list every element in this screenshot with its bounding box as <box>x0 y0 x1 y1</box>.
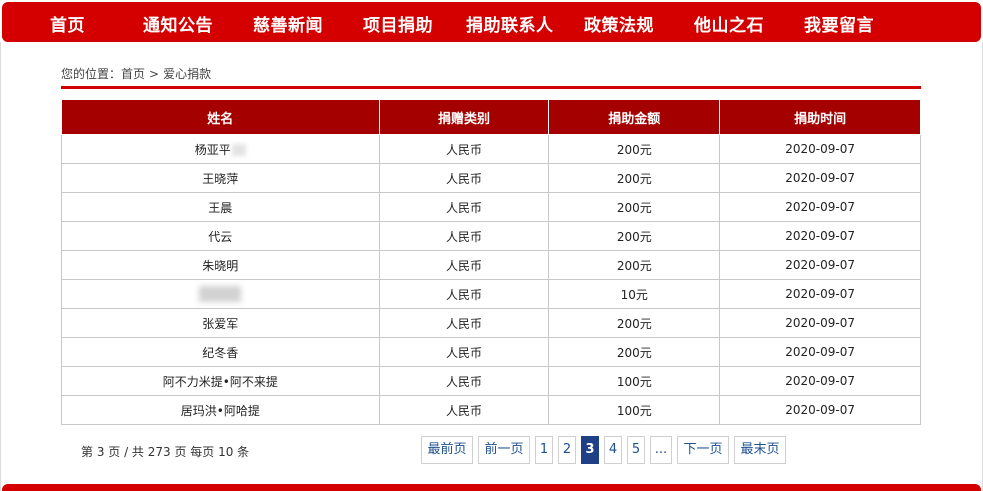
donation-type: 人民币 <box>378 250 550 280</box>
donation-amount: 200元 <box>548 192 721 222</box>
pagination: 最前页 前一页 1 2 3 4 5 ... 下一页 最末页 <box>0 436 983 464</box>
donor-name: 朱晓明 <box>61 250 380 280</box>
header-amount: 捐助金额 <box>548 99 721 135</box>
donation-amount: 10元 <box>548 279 721 309</box>
donation-date: 2020-09-07 <box>719 366 921 396</box>
table-row: 人民币 10元 2020-09-07 <box>61 279 921 309</box>
donation-date: 2020-09-07 <box>719 192 921 222</box>
donation-date: 2020-09-07 <box>719 308 921 338</box>
donation-amount: 200元 <box>548 221 721 251</box>
donation-date: 2020-09-07 <box>719 337 921 367</box>
table-row: 王晓萍 人民币 200元 2020-09-07 <box>61 163 921 193</box>
pager-last-button[interactable]: 最末页 <box>734 436 786 464</box>
pager-next-button[interactable]: 下一页 <box>677 436 729 464</box>
nav-item-others-experience[interactable]: 他山之石 <box>694 11 764 36</box>
redaction-blur <box>231 144 246 156</box>
donor-name: 杨亚平 <box>61 134 380 164</box>
donation-type: 人民币 <box>378 279 550 309</box>
donor-name: 纪冬香 <box>61 337 380 367</box>
pager-first-button[interactable]: 最前页 <box>421 436 473 464</box>
main-nav: 首页 通知公告 慈善新闻 项目捐助 捐助联系人 政策法规 他山之石 我要留言 <box>2 2 981 42</box>
donation-type: 人民币 <box>378 221 550 251</box>
donation-amount: 200元 <box>548 337 721 367</box>
breadcrumb-home-link[interactable]: 首页 <box>121 67 145 81</box>
nav-item-home[interactable]: 首页 <box>50 11 85 36</box>
header-date: 捐助时间 <box>719 99 921 135</box>
nav-item-policies[interactable]: 政策法规 <box>584 11 654 36</box>
donor-name: 居玛洪•阿哈提 <box>61 395 380 425</box>
donation-amount: 200元 <box>548 250 721 280</box>
footer-bar <box>2 484 981 491</box>
breadcrumb-separator: > <box>149 67 160 81</box>
pager-page-4[interactable]: 4 <box>604 436 622 464</box>
donor-name: 张爱军 <box>61 308 380 338</box>
donation-date: 2020-09-07 <box>719 395 921 425</box>
pager-page-2[interactable]: 2 <box>558 436 576 464</box>
table-row: 朱晓明 人民币 200元 2020-09-07 <box>61 250 921 280</box>
donation-date: 2020-09-07 <box>719 134 921 164</box>
donor-name: 阿不力米提•阿不来提 <box>61 366 380 396</box>
donor-name: 代云 <box>61 221 380 251</box>
nav-item-charity-news[interactable]: 慈善新闻 <box>253 11 323 36</box>
table-row: 张爱军 人民币 200元 2020-09-07 <box>61 308 921 338</box>
donor-name-redacted <box>61 279 380 309</box>
donation-amount: 200元 <box>548 163 721 193</box>
donation-type: 人民币 <box>378 134 550 164</box>
breadcrumb: 您的位置：首页 > 爱心捐款 <box>61 65 211 82</box>
breadcrumb-prefix: 您的位置： <box>61 67 122 81</box>
pager-page-1[interactable]: 1 <box>535 436 553 464</box>
pager-ellipsis: ... <box>650 436 672 464</box>
donor-name: 王晓萍 <box>61 163 380 193</box>
table-row: 居玛洪•阿哈提 人民币 100元 2020-09-07 <box>61 395 921 425</box>
donation-amount: 200元 <box>548 308 721 338</box>
pager-page-5[interactable]: 5 <box>627 436 645 464</box>
donation-type: 人民币 <box>378 192 550 222</box>
donor-name: 王晨 <box>61 192 380 222</box>
page-left-edge <box>0 42 1 491</box>
nav-item-donation-contacts[interactable]: 捐助联系人 <box>466 11 554 36</box>
table-header-row: 姓名 捐赠类别 捐助金额 捐助时间 <box>61 99 921 135</box>
breadcrumb-current[interactable]: 爱心捐款 <box>163 67 211 81</box>
donation-amount: 100元 <box>548 395 721 425</box>
donation-table: 姓名 捐赠类别 捐助金额 捐助时间 杨亚平 人民币 200元 2020-09-0… <box>61 99 921 425</box>
donation-type: 人民币 <box>378 308 550 338</box>
nav-item-leave-message[interactable]: 我要留言 <box>804 11 874 36</box>
nav-item-notices[interactable]: 通知公告 <box>143 11 213 36</box>
donation-type: 人民币 <box>378 395 550 425</box>
pager-page-3-current[interactable]: 3 <box>581 436 599 464</box>
donation-type: 人民币 <box>378 163 550 193</box>
table-row: 纪冬香 人民币 200元 2020-09-07 <box>61 337 921 367</box>
pager-prev-button[interactable]: 前一页 <box>478 436 530 464</box>
breadcrumb-divider <box>61 86 921 89</box>
donation-amount: 100元 <box>548 366 721 396</box>
header-type: 捐赠类别 <box>378 99 550 135</box>
donation-type: 人民币 <box>378 366 550 396</box>
donation-date: 2020-09-07 <box>719 250 921 280</box>
donation-date: 2020-09-07 <box>719 279 921 309</box>
redaction-blur <box>199 286 242 302</box>
header-name: 姓名 <box>61 99 380 135</box>
table-row: 王晨 人民币 200元 2020-09-07 <box>61 192 921 222</box>
nav-item-project-donation[interactable]: 项目捐助 <box>363 11 433 36</box>
donation-amount: 200元 <box>548 134 721 164</box>
donation-type: 人民币 <box>378 337 550 367</box>
table-row: 阿不力米提•阿不来提 人民币 100元 2020-09-07 <box>61 366 921 396</box>
donation-date: 2020-09-07 <box>719 221 921 251</box>
table-row: 杨亚平 人民币 200元 2020-09-07 <box>61 134 921 164</box>
donation-date: 2020-09-07 <box>719 163 921 193</box>
table-row: 代云 人民币 200元 2020-09-07 <box>61 221 921 251</box>
